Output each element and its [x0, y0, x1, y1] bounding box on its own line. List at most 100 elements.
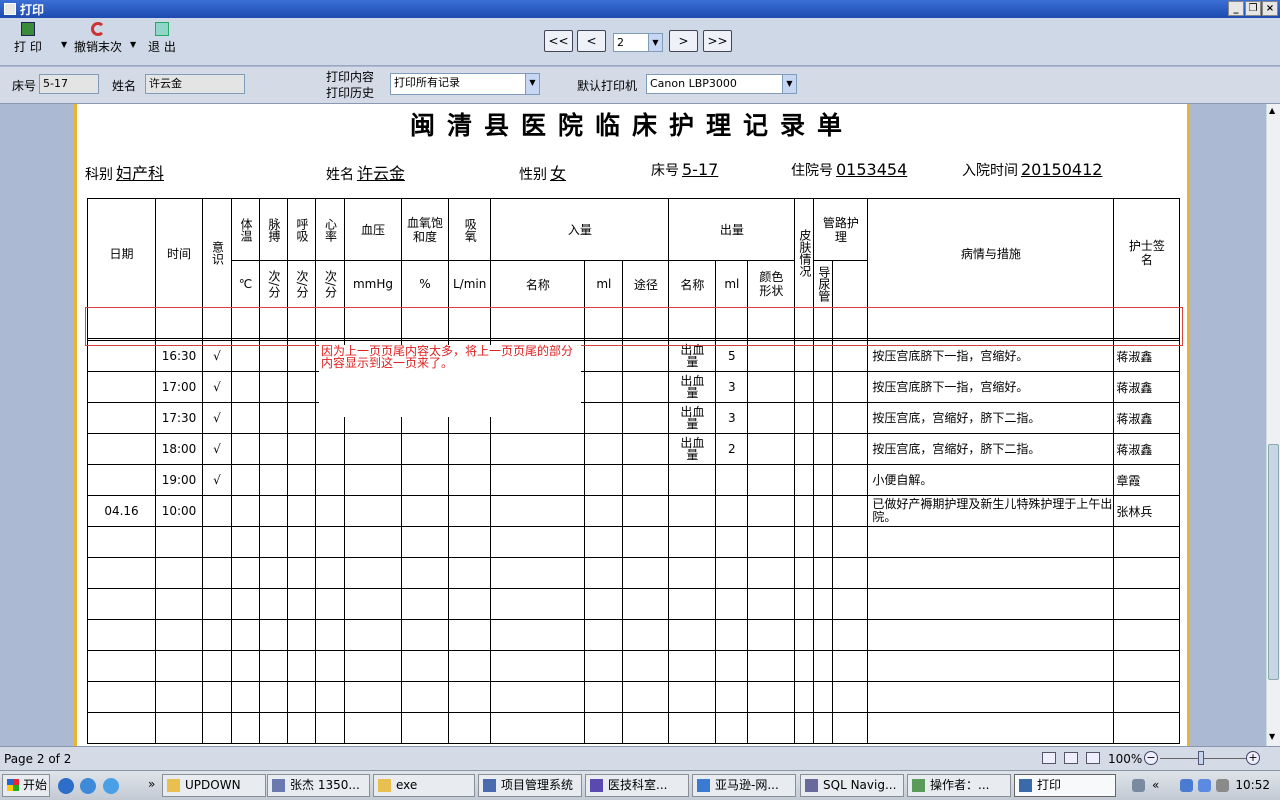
- table-cell: [747, 619, 796, 651]
- table-cell: [584, 433, 624, 465]
- task-icon: [167, 779, 180, 792]
- close-button[interactable]: ×: [1262, 1, 1278, 16]
- quicklaunch-more-icon[interactable]: »: [148, 777, 155, 791]
- scroll-thumb[interactable]: [1268, 444, 1279, 680]
- print-button[interactable]: 打 印: [14, 22, 42, 55]
- vertical-scrollbar[interactable]: ▲ ▼: [1266, 104, 1280, 746]
- header-output-ml: ml: [715, 260, 749, 308]
- ie-icon[interactable]: [58, 778, 74, 794]
- table-cell: [259, 371, 288, 403]
- multi-page-icon[interactable]: [1086, 752, 1100, 764]
- table-cell: [401, 681, 449, 713]
- taskbar-task[interactable]: 张杰 1350...: [267, 774, 370, 797]
- taskbar-task[interactable]: 打印: [1014, 774, 1116, 797]
- table-cell: [832, 712, 869, 744]
- minimize-button[interactable]: _: [1228, 1, 1244, 16]
- table-cell: [231, 371, 260, 403]
- chevron-down-icon[interactable]: ▼: [525, 74, 539, 94]
- taskbar-task[interactable]: exe: [373, 774, 475, 797]
- table-cell: [794, 588, 815, 620]
- table-cell: [867, 619, 1115, 651]
- page-view-icon[interactable]: [1042, 752, 1056, 764]
- table-cell: [794, 650, 815, 682]
- bed-field[interactable]: 5-17: [39, 74, 99, 94]
- printer-label: 默认打印机: [577, 79, 638, 93]
- network-icon-2[interactable]: [1198, 779, 1211, 792]
- header-intake-ml: ml: [584, 260, 624, 308]
- admission-no-value: 0153454: [836, 160, 908, 179]
- zoom-in-icon[interactable]: +: [1246, 751, 1260, 765]
- table-cell: [490, 619, 586, 651]
- print-content-label: 打印内容: [326, 70, 375, 84]
- volume-icon[interactable]: [1216, 779, 1229, 792]
- zoom-slider-thumb[interactable]: [1198, 751, 1204, 765]
- undo-dropdown-arrow[interactable]: ▼: [130, 40, 136, 49]
- table-cell: [584, 464, 624, 496]
- taskbar-task[interactable]: UPDOWN: [162, 774, 266, 797]
- taskbar-task[interactable]: 操作者：...: [907, 774, 1011, 797]
- cell-conscious: [202, 495, 232, 527]
- printer-select[interactable]: Canon LBP3000 ▼: [646, 74, 797, 94]
- taskbar-task[interactable]: 项目管理系统: [478, 774, 582, 797]
- cell-time: 17:30: [155, 402, 203, 434]
- table-cell: [668, 712, 717, 744]
- table-cell: [344, 526, 402, 558]
- table-cell: [490, 433, 586, 465]
- chevron-down-icon[interactable]: ▼: [782, 75, 796, 93]
- table-cell: [259, 681, 288, 713]
- table-cell: [794, 557, 815, 589]
- window-titlebar: 打印 _ ❐ ×: [0, 0, 1280, 18]
- undo-last-button[interactable]: 撤销末次: [74, 22, 122, 55]
- cell-output-name: [668, 495, 717, 527]
- table-cell: [447, 495, 492, 527]
- single-page-icon[interactable]: [1064, 752, 1078, 764]
- report-viewer[interactable]: 闽清县医院临床护理记录单 科别 妇产科 姓名 许云金 性别女 床号 5-17 住院号 0…: [0, 104, 1266, 746]
- start-button[interactable]: 开始: [2, 774, 50, 797]
- table-cell: [747, 464, 796, 496]
- taskbar-task[interactable]: 亚马逊-网...: [692, 774, 796, 797]
- table-cell: [668, 557, 717, 589]
- table-cell: [231, 557, 260, 589]
- chevron-down-icon[interactable]: ▼: [648, 34, 662, 51]
- first-page-button[interactable]: <<: [544, 30, 573, 52]
- table-cell: [259, 557, 288, 589]
- zoom-out-icon[interactable]: −: [1144, 751, 1158, 765]
- tray-expand-icon[interactable]: «: [1152, 778, 1159, 792]
- scroll-down-icon[interactable]: ▼: [1269, 732, 1275, 741]
- prev-page-button[interactable]: <: [577, 30, 606, 52]
- exit-label: 退 出: [148, 40, 176, 54]
- table-cell: [87, 588, 156, 620]
- table-cell: [287, 371, 316, 403]
- table-cell: [715, 619, 749, 651]
- header-conscious: 意识: [202, 198, 232, 308]
- page-select[interactable]: 2 ▼: [613, 33, 663, 52]
- keyboard-icon[interactable]: [1132, 779, 1145, 792]
- table-cell: [202, 650, 232, 682]
- table-cell: [747, 433, 796, 465]
- table-cell: [447, 619, 492, 651]
- table-cell: [315, 619, 345, 651]
- exit-button[interactable]: 退 出: [148, 22, 176, 55]
- name-field[interactable]: 许云金: [145, 74, 245, 94]
- table-cell: [1113, 712, 1181, 744]
- browser-icon[interactable]: [103, 778, 119, 794]
- table-cell: [231, 526, 260, 558]
- task-icon: [272, 779, 285, 792]
- cell-condition-note: 按压宫底脐下一指，宫缩好。: [867, 371, 1115, 403]
- scroll-up-icon[interactable]: ▲: [1269, 106, 1275, 115]
- cell-nurse-signature: 张林兵: [1113, 495, 1181, 527]
- table-cell: [490, 681, 586, 713]
- explorer-icon[interactable]: [80, 778, 96, 794]
- network-icon[interactable]: [1180, 779, 1193, 792]
- restore-button[interactable]: ❐: [1245, 1, 1261, 16]
- table-cell: [231, 402, 260, 434]
- table-cell: [747, 402, 796, 434]
- name-label: 姓名: [112, 79, 137, 93]
- next-page-button[interactable]: >: [669, 30, 698, 52]
- print-content-select[interactable]: 打印所有记录 ▼: [390, 73, 540, 95]
- last-page-button[interactable]: >>: [703, 30, 732, 52]
- header-intake-route: 途径: [622, 260, 670, 308]
- taskbar-task[interactable]: 医技科室...: [585, 774, 689, 797]
- print-dropdown-arrow[interactable]: ▼: [61, 40, 67, 49]
- taskbar-task[interactable]: SQL Navig...: [800, 774, 904, 797]
